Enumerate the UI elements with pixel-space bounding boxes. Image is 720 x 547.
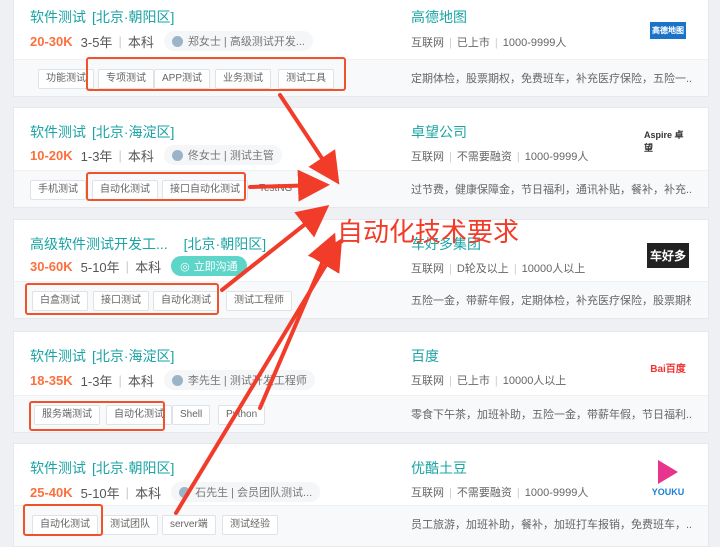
annotation-label: 自动化技术要求 <box>337 217 520 247</box>
arrow <box>174 238 343 515</box>
annotation-arrows <box>174 93 343 515</box>
arrow <box>248 169 330 202</box>
arrow <box>278 93 340 185</box>
arrow <box>258 232 338 410</box>
arrow <box>220 205 330 292</box>
